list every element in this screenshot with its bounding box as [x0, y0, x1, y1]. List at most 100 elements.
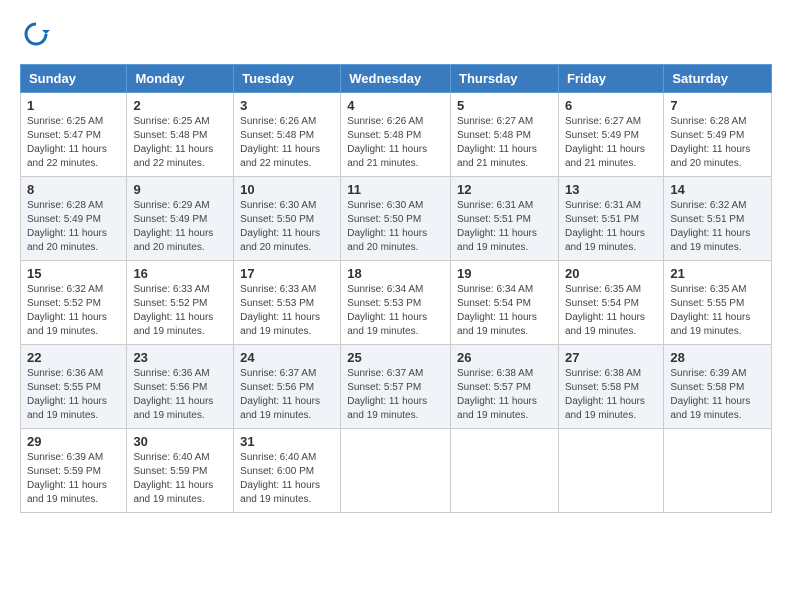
day-number: 1: [27, 98, 120, 113]
day-number: 7: [670, 98, 765, 113]
calendar-cell: 7 Sunrise: 6:28 AMSunset: 5:49 PMDayligh…: [664, 93, 772, 177]
day-info: Sunrise: 6:33 AMSunset: 5:52 PMDaylight:…: [133, 283, 227, 339]
day-info: Sunrise: 6:27 AMSunset: 5:49 PMDaylight:…: [565, 115, 657, 171]
calendar-week-2: 8 Sunrise: 6:28 AMSunset: 5:49 PMDayligh…: [21, 177, 772, 261]
day-info: Sunrise: 6:34 AMSunset: 5:54 PMDaylight:…: [457, 283, 552, 339]
logo-icon: [22, 20, 50, 48]
calendar-cell: 8 Sunrise: 6:28 AMSunset: 5:49 PMDayligh…: [21, 177, 127, 261]
day-number: 2: [133, 98, 227, 113]
day-info: Sunrise: 6:38 AMSunset: 5:57 PMDaylight:…: [457, 367, 552, 423]
day-info: Sunrise: 6:36 AMSunset: 5:56 PMDaylight:…: [133, 367, 227, 423]
day-number: 6: [565, 98, 657, 113]
day-number: 13: [565, 182, 657, 197]
day-number: 18: [347, 266, 444, 281]
calendar-cell: 12 Sunrise: 6:31 AMSunset: 5:51 PMDaylig…: [451, 177, 559, 261]
day-number: 26: [457, 350, 552, 365]
day-number: 31: [240, 434, 334, 449]
day-info: Sunrise: 6:31 AMSunset: 5:51 PMDaylight:…: [565, 199, 657, 255]
day-info: Sunrise: 6:26 AMSunset: 5:48 PMDaylight:…: [347, 115, 444, 171]
day-number: 17: [240, 266, 334, 281]
day-number: 23: [133, 350, 227, 365]
day-number: 24: [240, 350, 334, 365]
day-number: 20: [565, 266, 657, 281]
day-info: Sunrise: 6:40 AMSunset: 6:00 PMDaylight:…: [240, 451, 334, 507]
day-number: 12: [457, 182, 552, 197]
calendar-cell: 9 Sunrise: 6:29 AMSunset: 5:49 PMDayligh…: [127, 177, 234, 261]
day-info: Sunrise: 6:34 AMSunset: 5:53 PMDaylight:…: [347, 283, 444, 339]
calendar-cell: 28 Sunrise: 6:39 AMSunset: 5:58 PMDaylig…: [664, 345, 772, 429]
day-info: Sunrise: 6:32 AMSunset: 5:51 PMDaylight:…: [670, 199, 765, 255]
day-info: Sunrise: 6:38 AMSunset: 5:58 PMDaylight:…: [565, 367, 657, 423]
day-info: Sunrise: 6:25 AMSunset: 5:47 PMDaylight:…: [27, 115, 120, 171]
weekday-thursday: Thursday: [451, 65, 559, 93]
day-info: Sunrise: 6:30 AMSunset: 5:50 PMDaylight:…: [240, 199, 334, 255]
weekday-header-row: SundayMondayTuesdayWednesdayThursdayFrid…: [21, 65, 772, 93]
logo: [20, 20, 52, 48]
calendar-cell: [664, 429, 772, 513]
calendar-body: 1 Sunrise: 6:25 AMSunset: 5:47 PMDayligh…: [21, 93, 772, 513]
calendar-cell: 13 Sunrise: 6:31 AMSunset: 5:51 PMDaylig…: [558, 177, 663, 261]
day-info: Sunrise: 6:32 AMSunset: 5:52 PMDaylight:…: [27, 283, 120, 339]
day-number: 11: [347, 182, 444, 197]
calendar-week-5: 29 Sunrise: 6:39 AMSunset: 5:59 PMDaylig…: [21, 429, 772, 513]
calendar-cell: [341, 429, 451, 513]
day-info: Sunrise: 6:35 AMSunset: 5:55 PMDaylight:…: [670, 283, 765, 339]
calendar-cell: 31 Sunrise: 6:40 AMSunset: 6:00 PMDaylig…: [234, 429, 341, 513]
day-info: Sunrise: 6:27 AMSunset: 5:48 PMDaylight:…: [457, 115, 552, 171]
day-info: Sunrise: 6:31 AMSunset: 5:51 PMDaylight:…: [457, 199, 552, 255]
calendar-cell: 4 Sunrise: 6:26 AMSunset: 5:48 PMDayligh…: [341, 93, 451, 177]
day-number: 19: [457, 266, 552, 281]
day-number: 10: [240, 182, 334, 197]
calendar-cell: 20 Sunrise: 6:35 AMSunset: 5:54 PMDaylig…: [558, 261, 663, 345]
calendar-cell: 15 Sunrise: 6:32 AMSunset: 5:52 PMDaylig…: [21, 261, 127, 345]
calendar-cell: 10 Sunrise: 6:30 AMSunset: 5:50 PMDaylig…: [234, 177, 341, 261]
calendar-cell: 5 Sunrise: 6:27 AMSunset: 5:48 PMDayligh…: [451, 93, 559, 177]
calendar-cell: 23 Sunrise: 6:36 AMSunset: 5:56 PMDaylig…: [127, 345, 234, 429]
calendar-cell: [451, 429, 559, 513]
calendar-cell: 19 Sunrise: 6:34 AMSunset: 5:54 PMDaylig…: [451, 261, 559, 345]
weekday-wednesday: Wednesday: [341, 65, 451, 93]
day-number: 28: [670, 350, 765, 365]
page-header: [20, 20, 772, 48]
calendar-cell: 11 Sunrise: 6:30 AMSunset: 5:50 PMDaylig…: [341, 177, 451, 261]
day-number: 8: [27, 182, 120, 197]
day-info: Sunrise: 6:26 AMSunset: 5:48 PMDaylight:…: [240, 115, 334, 171]
calendar-cell: 3 Sunrise: 6:26 AMSunset: 5:48 PMDayligh…: [234, 93, 341, 177]
day-info: Sunrise: 6:37 AMSunset: 5:57 PMDaylight:…: [347, 367, 444, 423]
calendar-cell: 25 Sunrise: 6:37 AMSunset: 5:57 PMDaylig…: [341, 345, 451, 429]
day-info: Sunrise: 6:39 AMSunset: 5:58 PMDaylight:…: [670, 367, 765, 423]
weekday-tuesday: Tuesday: [234, 65, 341, 93]
day-number: 3: [240, 98, 334, 113]
day-info: Sunrise: 6:33 AMSunset: 5:53 PMDaylight:…: [240, 283, 334, 339]
calendar-cell: 16 Sunrise: 6:33 AMSunset: 5:52 PMDaylig…: [127, 261, 234, 345]
weekday-monday: Monday: [127, 65, 234, 93]
day-info: Sunrise: 6:28 AMSunset: 5:49 PMDaylight:…: [670, 115, 765, 171]
calendar-week-4: 22 Sunrise: 6:36 AMSunset: 5:55 PMDaylig…: [21, 345, 772, 429]
day-info: Sunrise: 6:25 AMSunset: 5:48 PMDaylight:…: [133, 115, 227, 171]
day-info: Sunrise: 6:30 AMSunset: 5:50 PMDaylight:…: [347, 199, 444, 255]
calendar-cell: 22 Sunrise: 6:36 AMSunset: 5:55 PMDaylig…: [21, 345, 127, 429]
calendar-cell: 18 Sunrise: 6:34 AMSunset: 5:53 PMDaylig…: [341, 261, 451, 345]
calendar-cell: 24 Sunrise: 6:37 AMSunset: 5:56 PMDaylig…: [234, 345, 341, 429]
day-number: 9: [133, 182, 227, 197]
day-number: 22: [27, 350, 120, 365]
day-info: Sunrise: 6:28 AMSunset: 5:49 PMDaylight:…: [27, 199, 120, 255]
calendar-cell: 17 Sunrise: 6:33 AMSunset: 5:53 PMDaylig…: [234, 261, 341, 345]
weekday-friday: Friday: [558, 65, 663, 93]
calendar-cell: 30 Sunrise: 6:40 AMSunset: 5:59 PMDaylig…: [127, 429, 234, 513]
day-number: 27: [565, 350, 657, 365]
day-number: 21: [670, 266, 765, 281]
day-info: Sunrise: 6:37 AMSunset: 5:56 PMDaylight:…: [240, 367, 334, 423]
day-info: Sunrise: 6:39 AMSunset: 5:59 PMDaylight:…: [27, 451, 120, 507]
calendar-cell: 21 Sunrise: 6:35 AMSunset: 5:55 PMDaylig…: [664, 261, 772, 345]
calendar-week-1: 1 Sunrise: 6:25 AMSunset: 5:47 PMDayligh…: [21, 93, 772, 177]
weekday-sunday: Sunday: [21, 65, 127, 93]
calendar-cell: 27 Sunrise: 6:38 AMSunset: 5:58 PMDaylig…: [558, 345, 663, 429]
day-number: 25: [347, 350, 444, 365]
day-info: Sunrise: 6:36 AMSunset: 5:55 PMDaylight:…: [27, 367, 120, 423]
day-info: Sunrise: 6:35 AMSunset: 5:54 PMDaylight:…: [565, 283, 657, 339]
calendar-cell: 29 Sunrise: 6:39 AMSunset: 5:59 PMDaylig…: [21, 429, 127, 513]
day-number: 16: [133, 266, 227, 281]
day-number: 29: [27, 434, 120, 449]
calendar-cell: 1 Sunrise: 6:25 AMSunset: 5:47 PMDayligh…: [21, 93, 127, 177]
